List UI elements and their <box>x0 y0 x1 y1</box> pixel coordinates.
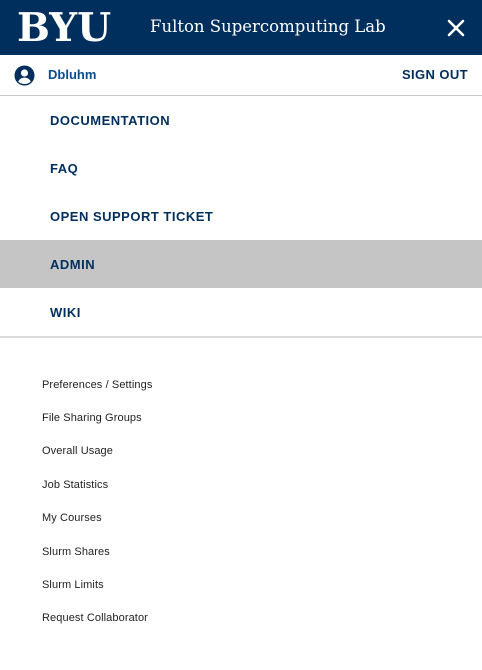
submenu-item-slurm-limits[interactable]: Slurm Limits <box>42 568 462 601</box>
submenu-item-my-courses[interactable]: My Courses <box>42 502 462 535</box>
main-nav: DOCUMENTATION FAQ OPEN SUPPORT TICKET AD… <box>0 96 482 336</box>
close-icon <box>447 19 465 37</box>
submenu-item-slurm-shares[interactable]: Slurm Shares <box>42 535 462 568</box>
site-header: BYU Fulton Supercomputing Lab <box>0 0 482 55</box>
submenu-item-file-sharing-groups[interactable]: File Sharing Groups <box>42 401 462 434</box>
nav-item-wiki[interactable]: WIKI <box>0 288 482 336</box>
nav-item-admin[interactable]: ADMIN <box>0 240 482 288</box>
user-bar: Dbluhm SIGN OUT <box>0 55 482 96</box>
close-menu-button[interactable] <box>440 12 472 44</box>
nav-divider <box>0 336 482 338</box>
nav-item-faq[interactable]: FAQ <box>0 144 482 192</box>
submenu-item-job-statistics[interactable]: Job Statistics <box>42 468 462 501</box>
nav-item-open-support-ticket[interactable]: OPEN SUPPORT TICKET <box>0 192 482 240</box>
admin-submenu: Preferences / Settings File Sharing Grou… <box>42 368 462 635</box>
site-title[interactable]: Fulton Supercomputing Lab <box>150 15 386 39</box>
nav-item-documentation[interactable]: DOCUMENTATION <box>0 96 482 144</box>
submenu-item-preferences-settings[interactable]: Preferences / Settings <box>42 368 462 401</box>
byu-logo[interactable]: BYU <box>17 6 111 50</box>
submenu-item-request-collaborator[interactable]: Request Collaborator <box>42 602 462 635</box>
sign-out-button[interactable]: SIGN OUT <box>402 67 468 83</box>
username-link[interactable]: Dbluhm <box>48 67 96 83</box>
submenu-item-overall-usage[interactable]: Overall Usage <box>42 435 462 468</box>
user-circle-icon[interactable] <box>14 65 35 86</box>
